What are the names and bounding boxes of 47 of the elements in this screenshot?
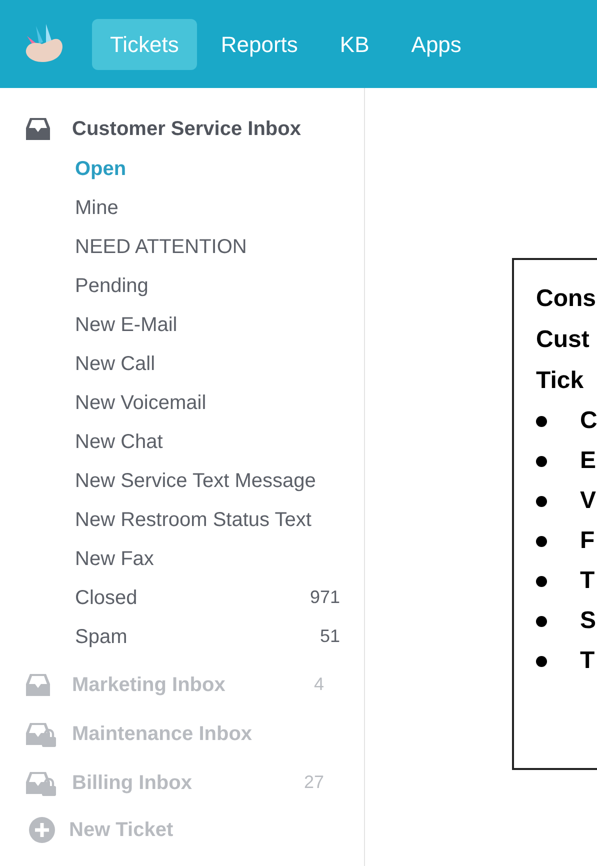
- view-label: New Service Text Message: [75, 468, 317, 494]
- view-label: New Call: [75, 352, 156, 376]
- inbox-name: Maintenance Inbox: [72, 722, 254, 746]
- view-item[interactable]: Spam 51: [26, 617, 340, 656]
- bullet-text: C: [580, 406, 597, 436]
- view-label: Spam: [75, 624, 128, 650]
- inbox-count: 4: [314, 673, 324, 696]
- view-label: NEED ATTENTION: [75, 234, 248, 260]
- view-item[interactable]: New Restroom Status Text: [26, 500, 340, 539]
- bullet-text: F: [580, 526, 595, 556]
- inbox-name: Marketing Inbox: [72, 672, 226, 698]
- view-count: 971: [310, 586, 340, 609]
- view-item[interactable]: New Service Text Message: [26, 461, 340, 500]
- view-label: New E-Mail: [75, 312, 178, 338]
- inbox-count: 27: [304, 771, 324, 794]
- view-item[interactable]: Closed 971: [26, 578, 340, 617]
- bullet-text: T: [580, 646, 595, 676]
- new-ticket-label: New Ticket: [69, 818, 174, 843]
- view-item[interactable]: Mine: [26, 188, 340, 227]
- view-label: New Chat: [75, 430, 164, 454]
- view-label: Mine: [75, 196, 120, 220]
- plus-circle-icon: [29, 817, 55, 843]
- view-item[interactable]: NEED ATTENTION: [26, 227, 340, 266]
- view-item[interactable]: New Call: [26, 344, 340, 383]
- inbox-name: Customer Service Inbox: [72, 116, 302, 142]
- view-label: Closed: [75, 586, 138, 610]
- bullet-text: S: [580, 606, 596, 636]
- view-label: New Restroom Status Text: [75, 508, 312, 532]
- callout-text: Cons: [536, 284, 596, 314]
- view-label: Pending: [75, 274, 150, 298]
- bullet-text: V: [580, 486, 596, 516]
- view-item[interactable]: New Voicemail: [26, 383, 340, 422]
- view-label: Open: [75, 156, 128, 182]
- locked-inbox-icon: [26, 770, 58, 796]
- view-item[interactable]: New Fax: [26, 539, 340, 578]
- callout-text: Cust: [536, 325, 590, 355]
- bullet-text: T: [580, 566, 595, 596]
- view-count: 51: [320, 625, 340, 648]
- inbox-name: Billing Inbox: [72, 770, 193, 796]
- locked-inbox-icon: [26, 720, 58, 746]
- view-item[interactable]: New E-Mail: [26, 305, 340, 344]
- view-item[interactable]: Pending: [26, 266, 340, 305]
- view-label: New Voicemail: [75, 390, 208, 416]
- view-label: New Fax: [75, 546, 155, 572]
- view-item[interactable]: New Chat: [26, 422, 340, 461]
- bullet-text: E: [580, 446, 596, 476]
- callout-text: Tick: [536, 366, 584, 396]
